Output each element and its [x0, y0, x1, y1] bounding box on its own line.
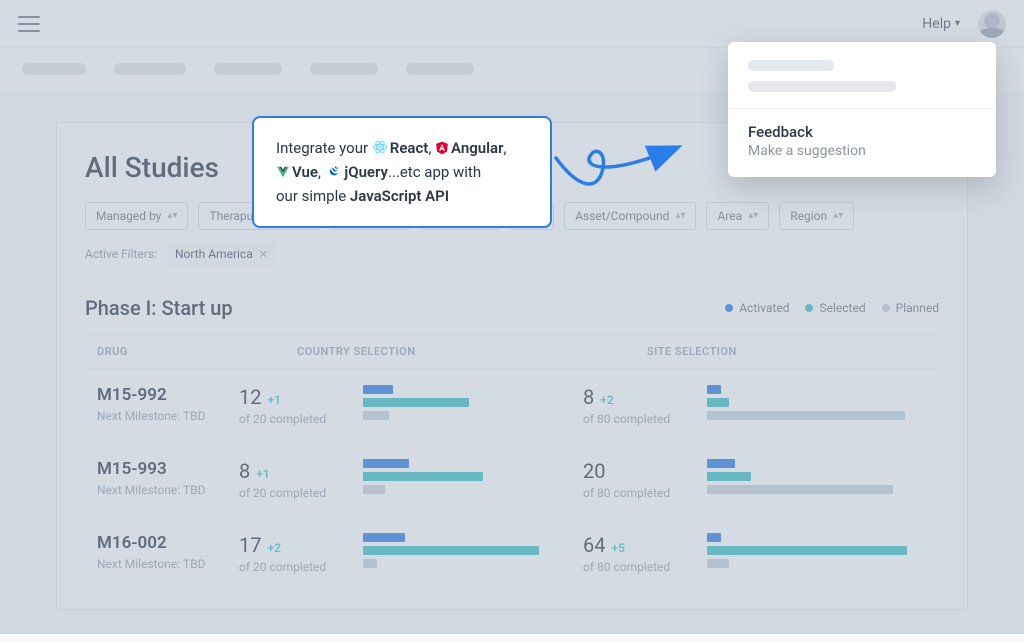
vue-icon: [276, 165, 290, 179]
country-value: 12: [239, 385, 261, 409]
site-completed: of 80 completed: [583, 560, 693, 574]
crumb-skeleton: [310, 63, 378, 75]
crumb-skeleton: [214, 63, 282, 75]
close-icon[interactable]: ✕: [259, 248, 268, 261]
site-delta: +5: [611, 541, 624, 555]
table-header: DRUG COUNTRY SELECTION SITE SELECTION: [85, 334, 939, 369]
drug-name: M15-993: [97, 459, 239, 479]
country-bars: [363, 533, 583, 572]
skeleton-line: [748, 60, 834, 71]
site-value: 20: [583, 459, 605, 483]
dropdown-item-title: Feedback: [748, 123, 976, 141]
dropdown-item-skeleton[interactable]: [728, 42, 996, 109]
angular-icon: [435, 141, 449, 155]
hamburger-icon[interactable]: [18, 16, 40, 32]
country-completed: of 20 completed: [239, 486, 349, 500]
col-drug: DRUG: [97, 345, 297, 358]
filter-area[interactable]: Area▴▾: [706, 202, 769, 230]
filter-managed-by[interactable]: Managed by▴▾: [85, 202, 188, 230]
country-delta: +2: [267, 541, 280, 555]
site-completed: of 80 completed: [583, 486, 693, 500]
filter-region[interactable]: Region▴▾: [779, 202, 854, 230]
col-country: COUNTRY SELECTION: [297, 345, 647, 358]
table-row[interactable]: M16-002 Next Milestone: TBD 17 +2 of 20 c…: [85, 517, 939, 591]
drug-name: M16-002: [97, 533, 239, 553]
site-bars: [707, 385, 927, 424]
skeleton-line: [748, 81, 896, 92]
site-bars: [707, 459, 927, 498]
filter-chip[interactable]: North America✕: [167, 242, 276, 266]
sort-icon: ▴▾: [675, 211, 685, 221]
country-completed: of 20 completed: [239, 560, 349, 574]
dot-activated-icon: [725, 304, 733, 312]
drug-subtitle: Next Milestone: TBD: [97, 557, 239, 571]
site-delta: +2: [600, 393, 613, 407]
table-row[interactable]: M15-993 Next Milestone: TBD 8 +1 of 20 co…: [85, 443, 939, 517]
jquery-icon: [328, 165, 342, 179]
help-dropdown: Feedback Make a suggestion: [728, 42, 996, 177]
avatar[interactable]: [978, 10, 1006, 38]
site-completed: of 80 completed: [583, 412, 693, 426]
col-site: SITE SELECTION: [647, 345, 927, 358]
country-bars: [363, 459, 583, 498]
crumb-skeleton: [406, 63, 474, 75]
country-delta: +1: [267, 393, 280, 407]
drug-subtitle: Next Milestone: TBD: [97, 409, 239, 423]
country-delta: +1: [256, 467, 269, 481]
legend: Activated Selected Planned: [725, 301, 939, 315]
sort-icon: ▴▾: [748, 211, 758, 221]
sort-icon: ▴▾: [167, 211, 177, 221]
help-menu[interactable]: Help ▾: [922, 16, 960, 32]
table-row[interactable]: M15-992 Next Milestone: TBD 12 +1 of 20 c…: [85, 369, 939, 443]
dot-selected-icon: [805, 304, 813, 312]
dropdown-item-subtitle: Make a suggestion: [748, 143, 976, 159]
country-completed: of 20 completed: [239, 412, 349, 426]
country-value: 17: [239, 533, 261, 557]
site-bars: [707, 533, 927, 572]
dot-planned-icon: [882, 304, 890, 312]
drug-subtitle: Next Milestone: TBD: [97, 483, 239, 497]
country-value: 8: [239, 459, 250, 483]
sort-icon: ▴▾: [833, 211, 843, 221]
site-value: 8: [583, 385, 594, 409]
active-filters-label: Active Filters:: [85, 247, 157, 261]
callout-tooltip: Integrate your React, Angular, Vue, jQue…: [252, 116, 552, 228]
chevron-down-icon: ▾: [955, 18, 960, 29]
react-icon: [372, 139, 388, 155]
country-bars: [363, 385, 583, 424]
help-label: Help: [922, 16, 951, 32]
crumb-skeleton: [114, 63, 186, 75]
topbar: Help ▾: [0, 0, 1024, 48]
crumb-skeleton: [22, 63, 86, 75]
dropdown-item-feedback[interactable]: Feedback Make a suggestion: [728, 109, 996, 177]
drug-name: M15-992: [97, 385, 239, 405]
site-value: 64: [583, 533, 605, 557]
filter-asset-compound[interactable]: Asset/Compound▴▾: [564, 202, 696, 230]
section-title: Phase I: Start up: [85, 296, 233, 320]
